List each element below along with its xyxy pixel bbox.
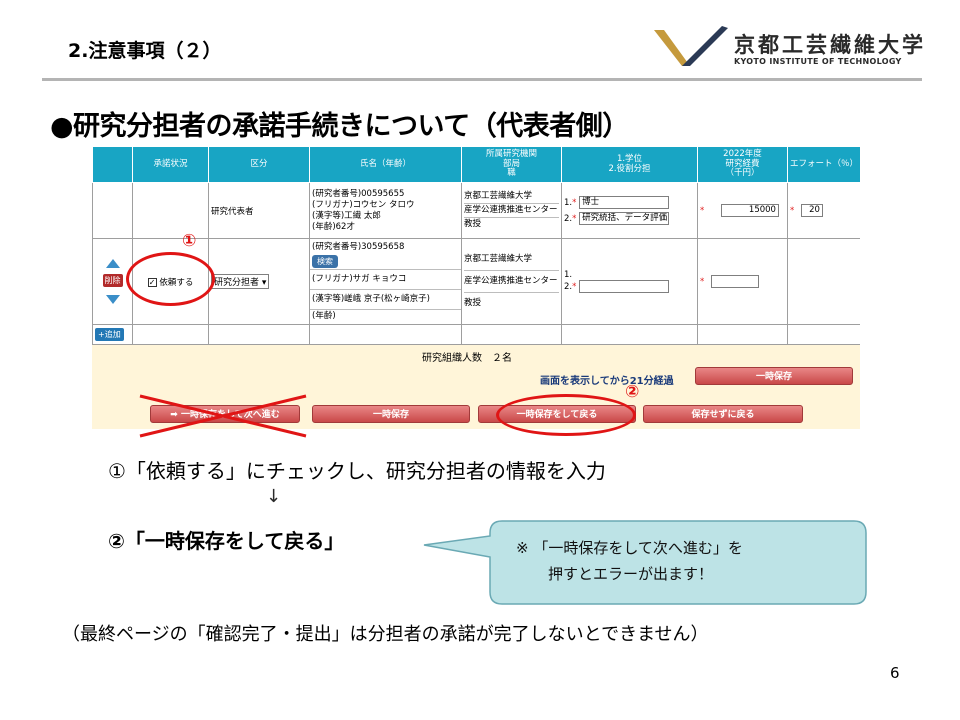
header-category: 区分 [208, 146, 310, 183]
callout-text: ※ 「一時保存をして次へ進む」を 押すとエラーが出ます！ [516, 535, 743, 587]
row1-position: 教授 [464, 219, 482, 229]
highlight-save-return-ring [496, 394, 636, 436]
row1-age: (年齢)62才 [312, 221, 355, 232]
logo-mark-icon [654, 26, 728, 66]
row1-degree-input[interactable]: 博士 [579, 196, 670, 209]
table-row: 研究代表者 (研究者番号)00595655 (フリガナ)コウセン タロウ (漢字… [92, 182, 860, 239]
row2-institution: 京都工芸繊維大学 [464, 249, 559, 271]
header-degree-role: 1.学位 2.役割分担 [561, 146, 698, 183]
table-row: +追加 [92, 324, 860, 345]
header-effort: エフォート（％） [787, 146, 860, 183]
step-2-instruction: ②「一時保存をして戻る」 [108, 529, 345, 553]
row2-furigana-input[interactable]: (フリガナ)サガ キョウコ [310, 270, 461, 290]
header-status: 承諾状況 [132, 146, 209, 183]
row2-age: (年齢) [312, 310, 336, 321]
row1-category: 研究代表者 [208, 182, 310, 239]
row2-position: 教授 [464, 298, 482, 308]
title-divider [42, 78, 922, 81]
row1-affiliation-cell: 京都工芸繊維大学 産学公連携推進センター 教授 [461, 182, 562, 239]
highlight-checkbox-ring [126, 252, 215, 306]
row1-institution: 京都工芸繊維大学 [464, 190, 559, 204]
arrow-right-icon: ➡ [170, 410, 178, 420]
step-1-instruction: ①「依頼する」にチェックし、研究分担者の情報を入力 [108, 459, 606, 483]
row1-kanji: (漢字等)工繊 太郎 [312, 210, 381, 221]
search-button[interactable]: 検索 [312, 254, 338, 268]
university-logo: 京都工芸繊維大学 KYOTO INSTITUTE OF TECHNOLOGY [652, 24, 927, 70]
row2-role-input[interactable] [579, 280, 670, 293]
move-up-icon[interactable] [105, 259, 120, 268]
elapsed-time: 画面を表示してから21分経過 [540, 376, 674, 387]
callout-line-2: 押すとエラーが出ます！ [548, 565, 714, 583]
category-select[interactable]: 研究分担者 ▾ [211, 274, 270, 289]
temp-save-top-button[interactable]: 一時保存 [695, 367, 853, 385]
logo-name-ja: 京都工芸繊維大学 [734, 33, 926, 57]
page-number: 6 [890, 664, 900, 682]
marker-2: ② [625, 382, 640, 402]
row1-researcher-no: (研究者番号)00595655 [312, 188, 405, 199]
row1-effort-input[interactable]: 20 [800, 204, 823, 217]
headline: ●研究分担者の承諾手続きについて（代表者側） [50, 111, 629, 142]
row1-budget-input[interactable]: 15000 [720, 204, 779, 217]
row1-furigana: (フリガナ)コウセン タロウ [312, 199, 415, 210]
marker-1: ① [182, 231, 197, 251]
header-name: 氏名（年齢） [309, 146, 462, 183]
row1-effort-cell: * 20 [787, 182, 860, 239]
row1-name-cell: (研究者番号)00595655 (フリガナ)コウセン タロウ (漢字等)工繊 太… [309, 182, 462, 239]
footnote: （最終ページの「確認完了・提出」は分担者の承諾が完了しないとできません） [62, 624, 709, 645]
save-next-button[interactable]: ➡ 一時保存をして次へ進む [150, 405, 300, 423]
researcher-table: 承諾状況 区分 氏名（年齢） 所属研究機関 部局 職 1.学位 2.役割分担 2… [92, 146, 860, 345]
callout-line-1: ※ 「一時保存をして次へ進む」を [516, 539, 743, 557]
row1-budget-cell: * 15000 [697, 182, 788, 239]
row1-degree-cell: 1.* 博士 2.* 研究統括、データ評価 [561, 182, 698, 239]
add-row-button[interactable]: +追加 [95, 328, 124, 341]
header-blank [92, 146, 133, 183]
delete-button[interactable]: 削除 [102, 274, 123, 287]
header-budget: 2022年度 研究経費 （千円） [697, 146, 788, 183]
move-down-icon[interactable] [105, 295, 120, 304]
logo-name-en: KYOTO INSTITUTE OF TECHNOLOGY [734, 57, 902, 66]
row2-kanji-input[interactable]: (漢字等)嵯峨 京子(松ヶ崎京子) [310, 290, 461, 310]
row2-researcher-no: (研究者番号)30595658 [312, 241, 405, 252]
row1-department: 産学公連携推進センター [464, 204, 559, 218]
section-title: 2.注意事項（２） [68, 40, 222, 62]
member-count: 研究組織人数 ２名 [422, 353, 512, 364]
down-arrow-icon: ↓ [266, 486, 282, 507]
return-no-save-button[interactable]: 保存せずに戻る [643, 405, 803, 423]
chevron-down-icon: ▾ [261, 278, 267, 288]
header-affiliation: 所属研究機関 部局 職 [461, 146, 562, 183]
row2-budget-input[interactable] [710, 275, 759, 288]
row1-role-input[interactable]: 研究統括、データ評価 [579, 212, 670, 225]
row2-department: 産学公連携推進センター [464, 271, 559, 293]
temp-save-button[interactable]: 一時保存 [312, 405, 470, 423]
table-header-row: 承諾状況 区分 氏名（年齢） 所属研究機関 部局 職 1.学位 2.役割分担 2… [92, 146, 860, 183]
